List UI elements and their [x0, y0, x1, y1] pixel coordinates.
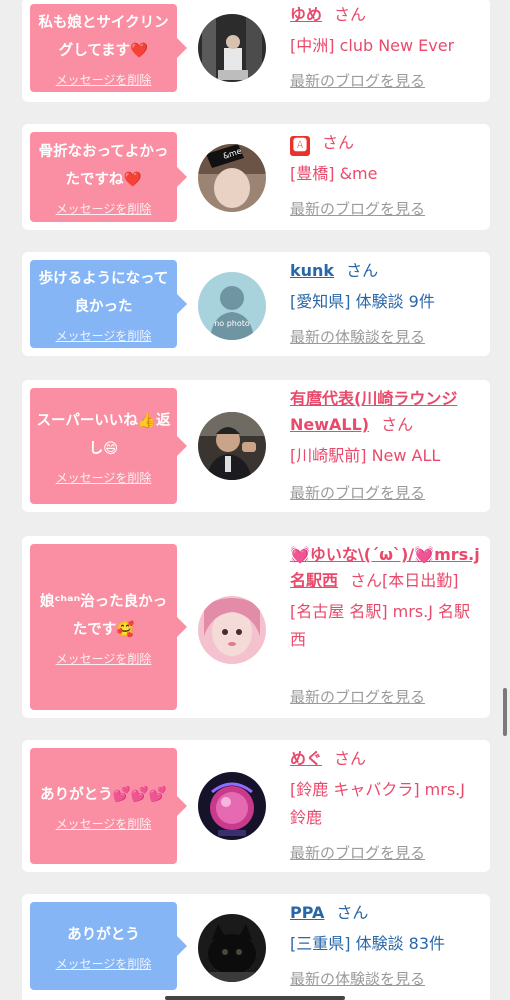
message-card: ありがとう メッセージを削除 PPA さん [三重県] 体験談 83件 最新の体験…	[22, 894, 490, 1000]
honorific: さん	[322, 133, 355, 152]
scrollbar[interactable]	[503, 688, 507, 736]
user-avatar[interactable]	[198, 772, 266, 840]
delete-message-link[interactable]: メッセージを削除	[56, 815, 152, 832]
user-name-link[interactable]: 有麿代表(川崎ラウンジNewALL)	[290, 389, 457, 434]
user-name-link[interactable]: ゆめ	[290, 5, 322, 24]
user-location: [三重県] 体験談 83件	[290, 934, 446, 953]
message-bubble: ありがとう メッセージを削除	[30, 902, 187, 990]
delete-message-link[interactable]: メッセージを削除	[56, 955, 152, 972]
user-location: [中洲] club New Ever	[290, 36, 455, 55]
user-location: [川崎駅前] New ALL	[290, 446, 441, 465]
message-bubble: 私も娘とサイクリングしてます❤️ メッセージを削除	[30, 4, 187, 92]
user-name-link[interactable]: PPA	[290, 903, 324, 922]
latest-review-link[interactable]: 最新の体験談を見る	[290, 968, 425, 989]
message-text: 私も娘とサイクリングしてます❤️	[38, 14, 169, 59]
user-info: ゆめ さん [中洲] club New Ever	[290, 2, 484, 60]
user-location: [名古屋 名駅] mrs.J 名駅西	[290, 602, 471, 649]
message-text: 骨折なおってよかったですね❤️	[38, 143, 169, 188]
user-info: PPA さん [三重県] 体験談 83件	[290, 900, 484, 958]
message-text: ありがとう	[67, 926, 140, 943]
latest-blog-link[interactable]: 最新のブログを見る	[290, 482, 425, 503]
message-card: 歩けるようになって良かった メッセージを削除 no photo kunk さん […	[22, 252, 490, 356]
delete-message-link[interactable]: メッセージを削除	[56, 650, 152, 667]
user-avatar[interactable]	[198, 14, 266, 82]
latest-review-link[interactable]: 最新の体験談を見る	[290, 326, 425, 347]
message-text: 娘ᶜʰᵃⁿ治った良かったです🥰	[39, 593, 168, 638]
message-card: ありがとう💕💕💕 メッセージを削除 めぐ さん [鈴鹿 キャバクラ] mrs.J …	[22, 740, 490, 872]
message-card: 私も娘とサイクリングしてます❤️ メッセージを削除 ゆめ さん [中洲] club…	[22, 0, 490, 102]
message-text: ありがとう💕💕💕	[40, 786, 167, 803]
user-info: kunk さん [愛知県] 体験談 9件	[290, 258, 484, 316]
message-card: スーパーいいね👍返し😄 メッセージを削除 有麿代表(川崎ラウンジNewALL) さ…	[22, 380, 490, 512]
message-bubble: ありがとう💕💕💕 メッセージを削除	[30, 748, 187, 864]
latest-blog-link[interactable]: 最新のブログを見る	[290, 842, 425, 863]
no-photo-label: no photo	[214, 319, 250, 328]
user-name-link[interactable]: 🅰	[290, 136, 310, 156]
latest-blog-link[interactable]: 最新のブログを見る	[290, 198, 425, 219]
delete-message-link[interactable]: メッセージを削除	[56, 200, 152, 217]
honorific: さん	[334, 749, 367, 768]
user-name-link[interactable]: kunk	[290, 261, 334, 280]
user-info: 💓ゆいな\(´ω`)/💓mrs.j名駅西 さん[本日出勤] [名古屋 名駅] mr…	[290, 542, 484, 654]
user-info: 🅰 さん [豊橋] &me	[290, 130, 484, 188]
user-avatar[interactable]: &me	[198, 144, 266, 212]
user-location: [愛知県] 体験談 9件	[290, 292, 435, 311]
user-location: [鈴鹿 キャバクラ] mrs.J 鈴鹿	[290, 780, 465, 827]
user-avatar[interactable]	[198, 914, 266, 982]
message-card: 娘ᶜʰᵃⁿ治った良かったです🥰 メッセージを削除 💓ゆいな\(´ω`)/💓mrs…	[22, 536, 490, 718]
honorific: さん	[336, 903, 369, 922]
message-text: スーパーいいね👍返し😄	[36, 412, 171, 457]
message-bubble: 歩けるようになって良かった メッセージを削除	[30, 260, 187, 348]
no-photo-avatar[interactable]: no photo	[198, 272, 266, 340]
delete-message-link[interactable]: メッセージを削除	[56, 327, 152, 344]
delete-message-link[interactable]: メッセージを削除	[56, 469, 152, 486]
honorific: さん	[381, 415, 414, 434]
user-info: めぐ さん [鈴鹿 キャバクラ] mrs.J 鈴鹿	[290, 746, 484, 832]
delete-message-link[interactable]: メッセージを削除	[56, 71, 152, 88]
latest-blog-link[interactable]: 最新のブログを見る	[290, 70, 425, 91]
message-bubble: スーパーいいね👍返し😄 メッセージを削除	[30, 388, 187, 504]
message-card: 骨折なおってよかったですね❤️ メッセージを削除 &me 🅰 さん [豊橋] &m…	[22, 124, 490, 230]
home-indicator	[165, 996, 345, 1000]
user-avatar[interactable]	[198, 596, 266, 664]
user-avatar[interactable]	[198, 412, 266, 480]
user-name-link[interactable]: めぐ	[290, 749, 322, 768]
honorific: さん	[334, 5, 367, 24]
message-bubble: 娘ᶜʰᵃⁿ治った良かったです🥰 メッセージを削除	[30, 544, 187, 710]
latest-blog-link[interactable]: 最新のブログを見る	[290, 686, 425, 707]
message-bubble: 骨折なおってよかったですね❤️ メッセージを削除	[30, 132, 187, 222]
user-status-suffix: さん[本日出勤]	[350, 571, 459, 590]
user-info: 有麿代表(川崎ラウンジNewALL) さん [川崎駅前] New ALL	[290, 386, 484, 470]
user-location: [豊橋] &me	[290, 164, 378, 183]
message-text: 歩けるようになって良かった	[38, 270, 169, 315]
honorific: さん	[346, 261, 379, 280]
